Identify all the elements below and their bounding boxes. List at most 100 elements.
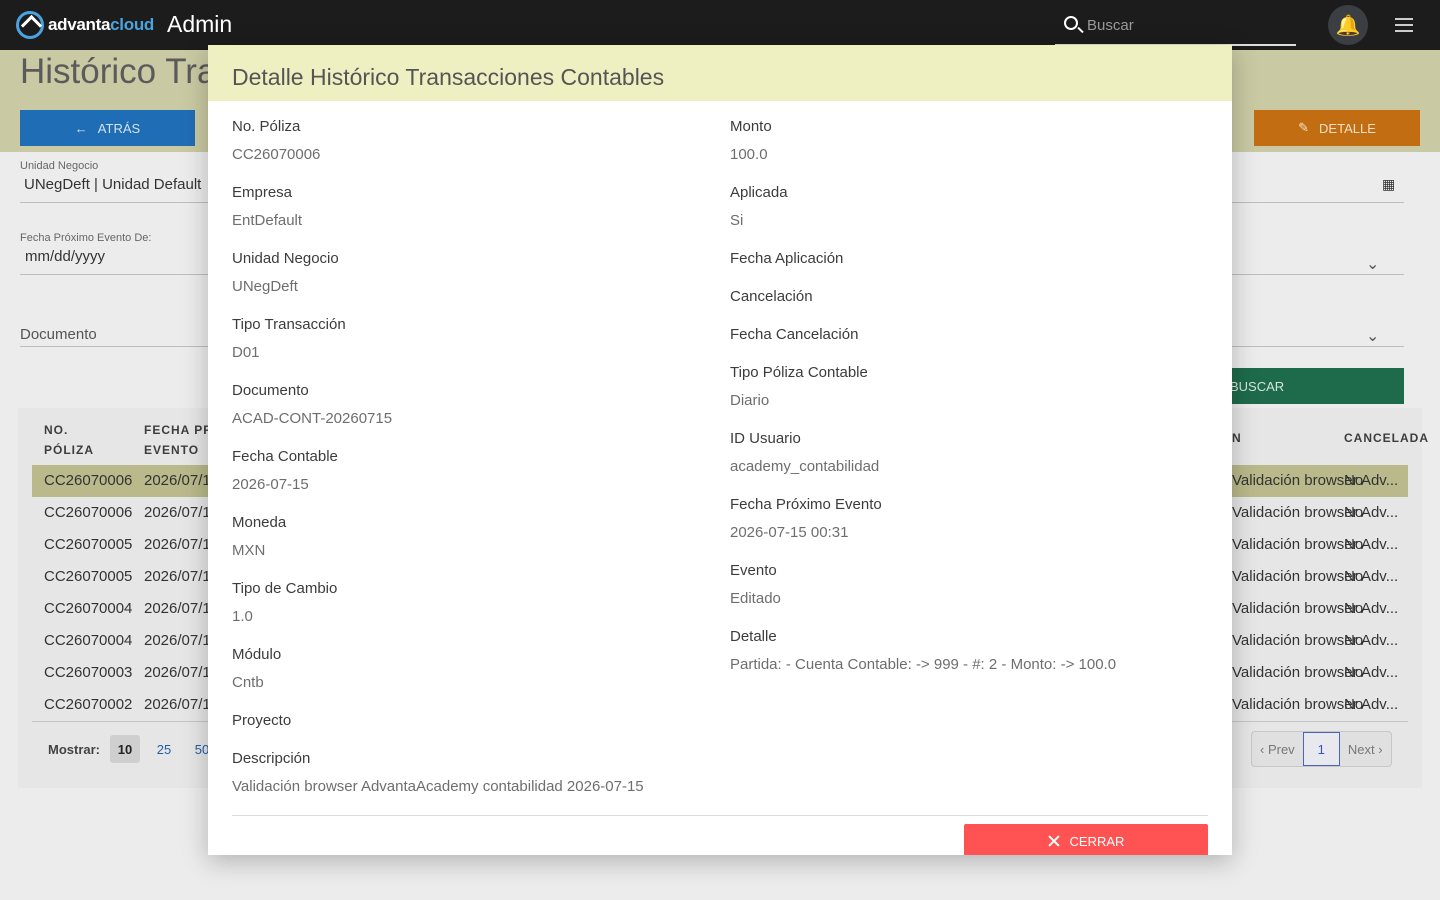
- cell-poliza: CC26070005: [44, 568, 133, 585]
- cell-cancelada: No: [1344, 664, 1364, 681]
- field-label: Empresa: [232, 184, 293, 201]
- close-icon: [1048, 835, 1060, 847]
- field-value: 100.0: [730, 146, 768, 163]
- cell-desc: Validación browser Adv...: [1232, 632, 1399, 649]
- top-bar: advantacloud Admin 🔔: [0, 0, 1440, 50]
- logo-wordmark: advantacloud: [48, 15, 154, 34]
- field-value: MXN: [232, 542, 266, 559]
- arrow-left-icon: ←: [74, 120, 88, 136]
- detalle-button[interactable]: ✎ DETALLE: [1254, 110, 1420, 146]
- pagination: ‹ Prev 1 Next ›: [1251, 731, 1392, 767]
- back-button[interactable]: ← ATRÁS: [20, 110, 195, 146]
- documento-underline: [20, 346, 208, 347]
- current-page-button[interactable]: 1: [1302, 732, 1340, 766]
- date-field-underline: [1232, 202, 1404, 203]
- field-label: Evento: [730, 562, 777, 579]
- chevron-down-icon[interactable]: ⌄: [1366, 254, 1379, 274]
- fecha-underline: [20, 274, 208, 275]
- field-label: Aplicada: [730, 184, 788, 201]
- field-label: Unidad Negocio: [232, 250, 339, 267]
- field-label: Fecha Cancelación: [730, 326, 859, 343]
- documento-field[interactable]: Documento: [20, 326, 97, 343]
- modal-title: Detalle Histórico Transacciones Contable…: [232, 64, 665, 90]
- unidad-negocio-label: Unidad Negocio: [20, 160, 99, 172]
- unidad-negocio-underline: [20, 202, 208, 203]
- advantacloud-logo[interactable]: advantacloud: [16, 11, 154, 39]
- field-label: Moneda: [232, 514, 287, 531]
- field-value: Validación browser AdvantaAcademy contab…: [232, 778, 644, 795]
- cell-cancelada: No: [1344, 568, 1364, 585]
- field-label: ID Usuario: [730, 430, 801, 447]
- hamburger-menu-icon[interactable]: [1395, 18, 1413, 32]
- field-label: Descripción: [232, 750, 311, 767]
- unidad-negocio-select[interactable]: UNegDeft | Unidad Default: [24, 176, 201, 193]
- pencil-icon: ✎: [1298, 120, 1310, 135]
- cell-poliza: CC26070006: [44, 472, 133, 489]
- field-label: Monto: [730, 118, 772, 135]
- cell-desc: Validación browser Adv...: [1232, 536, 1399, 553]
- search-input[interactable]: [1087, 12, 1287, 38]
- cell-desc: Validación browser Adv...: [1232, 664, 1399, 681]
- cell-desc: Validación browser Adv...: [1232, 568, 1399, 585]
- field-label: Documento: [232, 382, 309, 399]
- field-value: CC26070006: [232, 146, 321, 163]
- cell-cancelada: No: [1344, 472, 1364, 489]
- field-value: 2026-07-15 00:31: [730, 524, 849, 541]
- search-box[interactable]: [1055, 8, 1296, 46]
- field-value: 2026-07-15: [232, 476, 309, 493]
- field-label: Detalle: [730, 628, 777, 645]
- search-icon: [1064, 16, 1078, 30]
- cell-cancelada: No: [1344, 504, 1364, 521]
- fecha-proximo-evento-label: Fecha Próximo Evento De:: [20, 232, 152, 244]
- cell-poliza: CC26070004: [44, 632, 133, 649]
- cell-desc: Validación browser Adv...: [1232, 472, 1399, 489]
- field-label: Fecha Próximo Evento: [730, 496, 882, 513]
- column-header-descripcion[interactable]: N: [1232, 428, 1242, 448]
- cell-desc: Validación browser Adv...: [1232, 600, 1399, 617]
- page-size-25[interactable]: 25: [150, 735, 178, 763]
- field-label: Fecha Aplicación: [730, 250, 844, 267]
- cell-poliza: CC26070006: [44, 504, 133, 521]
- cell-cancelada: No: [1344, 632, 1364, 649]
- close-button[interactable]: CERRAR: [964, 824, 1208, 855]
- cell-poliza: CC26070005: [44, 536, 133, 553]
- field-value: Diario: [730, 392, 770, 409]
- field-label: Tipo de Cambio: [232, 580, 338, 597]
- field-value: Partida: - Cuenta Contable: -> 999 - #: …: [730, 656, 1117, 673]
- field-value: ACAD-CONT-20260715: [232, 410, 393, 427]
- prev-page-button[interactable]: ‹ Prev: [1252, 732, 1303, 766]
- cell-cancelada: No: [1344, 536, 1364, 553]
- calendar-icon[interactable]: ▦: [1382, 176, 1395, 193]
- app-title: Admin: [167, 11, 233, 37]
- field-label: No. Póliza: [232, 118, 301, 135]
- select-underline: [1232, 274, 1404, 275]
- cell-poliza: CC26070003: [44, 664, 133, 681]
- field-value: UNegDeft: [232, 278, 298, 295]
- chevron-down-icon[interactable]: ⌄: [1366, 326, 1379, 346]
- field-value: 1.0: [232, 608, 253, 625]
- cell-cancelada: No: [1344, 600, 1364, 617]
- mostrar-label: Mostrar:: [48, 742, 101, 757]
- modal-divider: [232, 815, 1208, 816]
- cell-desc: Validación browser Adv...: [1232, 696, 1399, 713]
- field-value: Cntb: [232, 674, 264, 691]
- modal-header: Detalle Histórico Transacciones Contable…: [208, 45, 1232, 101]
- cell-cancelada: No: [1344, 696, 1364, 713]
- field-value: D01: [232, 344, 260, 361]
- field-value: EntDefault: [232, 212, 303, 229]
- fecha-proximo-evento-input[interactable]: mm/dd/yyyy: [25, 248, 105, 265]
- page-size-10[interactable]: 10: [110, 735, 140, 763]
- logo-mark-icon: [16, 11, 44, 39]
- field-label: Proyecto: [232, 712, 292, 729]
- field-value: Si: [730, 212, 744, 229]
- column-header-poliza[interactable]: NO. PÓLIZA: [44, 420, 94, 460]
- cell-poliza: CC26070004: [44, 600, 133, 617]
- buscar-button[interactable]: BUSCAR: [1220, 368, 1404, 404]
- column-header-cancelada[interactable]: CANCELADA: [1344, 428, 1429, 448]
- field-label: Tipo Póliza Contable: [730, 364, 868, 381]
- next-page-button[interactable]: Next ›: [1340, 732, 1391, 766]
- notifications-bell-icon[interactable]: 🔔: [1328, 5, 1368, 45]
- field-label: Tipo Transacción: [232, 316, 346, 333]
- cell-desc: Validación browser Adv...: [1232, 504, 1399, 521]
- field-value: academy_contabilidad: [730, 458, 880, 475]
